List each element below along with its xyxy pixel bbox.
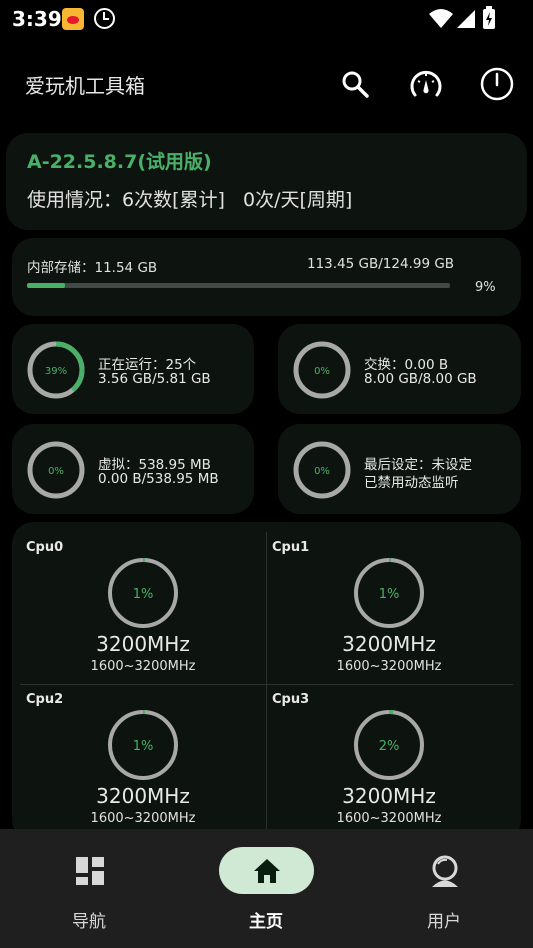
swap-ring-text: 0% xyxy=(314,366,330,377)
status-right-icons xyxy=(427,6,499,34)
weibo-icon xyxy=(62,8,84,30)
last-setting-card[interactable]: 0% 最后设定：未设定 已禁用动态监听 xyxy=(278,424,521,514)
dashboard-icon xyxy=(75,856,104,885)
gauge-button[interactable] xyxy=(404,62,448,106)
cpu-card[interactable]: Cpu0 1% 3200MHz 1600~3200MHz Cpu1 1% 320… xyxy=(12,522,521,842)
last-setting-ring-text: 0% xyxy=(314,466,330,477)
virtual-ring-text: 0% xyxy=(48,466,64,477)
cpu-usage-text: 1% xyxy=(379,587,400,602)
cpu-usage-ring: 2% xyxy=(354,710,424,780)
virtual-card[interactable]: 0% 虚拟：538.95 MB 0.00 B/538.95 MB xyxy=(12,424,254,514)
cpu-core-3: Cpu3 2% 3200MHz 1600~3200MHz xyxy=(258,674,504,826)
cpu-name: Cpu0 xyxy=(26,540,64,555)
nav-item-navigation[interactable]: 导航 xyxy=(0,829,178,948)
cpu-core-2: Cpu2 1% 3200MHz 1600~3200MHz xyxy=(12,674,258,826)
memory-ring-text: 39% xyxy=(45,366,67,377)
user-icon xyxy=(431,855,458,887)
cpu-usage-text: 1% xyxy=(133,587,154,602)
cpu-usage-text: 2% xyxy=(379,739,400,754)
memory-card[interactable]: 39% 正在运行：25个 3.56 GB/5.81 GB xyxy=(12,324,254,414)
memory-running-label: 正在运行：25个 xyxy=(98,357,197,373)
cpu-core-1: Cpu1 1% 3200MHz 1600~3200MHz xyxy=(258,522,504,674)
cpu-name: Cpu2 xyxy=(26,692,64,707)
memory-usage-value: 3.56 GB/5.81 GB xyxy=(98,371,211,387)
virtual-usage-value: 0.00 B/538.95 MB xyxy=(98,471,219,487)
nav-item-user[interactable]: 用户 xyxy=(355,829,533,948)
status-bar: 3:39 xyxy=(0,0,533,38)
search-button[interactable] xyxy=(333,62,377,106)
cpu-usage-ring: 1% xyxy=(108,558,178,628)
storage-card[interactable]: 内部存储：11.54 GB 113.45 GB/124.99 GB 9% xyxy=(12,238,521,316)
cpu-frequency: 3200MHz xyxy=(342,784,436,808)
cpu-frequency-range: 1600~3200MHz xyxy=(336,811,442,826)
app-bar: 爱玩机工具箱 xyxy=(0,40,533,126)
clock-icon xyxy=(94,8,115,29)
swap-usage-value: 8.00 GB/8.00 GB xyxy=(364,371,477,387)
nav-pill[interactable] xyxy=(397,847,492,894)
virtual-label: 虚拟：538.95 MB xyxy=(98,457,211,473)
last-setting-ring: 0% xyxy=(293,441,351,499)
cpu-frequency: 3200MHz xyxy=(96,632,190,656)
cpu-core-0: Cpu0 1% 3200MHz 1600~3200MHz xyxy=(12,522,258,674)
bottom-navigation: 导航 主页 用户 xyxy=(0,829,533,948)
search-icon xyxy=(342,71,369,98)
app-title: 爱玩机工具箱 xyxy=(25,74,145,98)
storage-percent: 9% xyxy=(475,280,496,295)
cpu-name: Cpu1 xyxy=(272,540,310,555)
power-button[interactable] xyxy=(475,62,519,106)
gauge-icon xyxy=(410,70,442,97)
version-label: A-22.5.8.7(试用版) xyxy=(27,151,212,173)
nav-pill-active[interactable] xyxy=(219,847,314,894)
swap-card[interactable]: 0% 交换：0.00 B 8.00 GB/8.00 GB xyxy=(278,324,521,414)
nav-item-home[interactable]: 主页 xyxy=(177,829,355,948)
power-icon xyxy=(480,67,514,101)
cpu-frequency: 3200MHz xyxy=(342,632,436,656)
wifi-icon xyxy=(429,9,453,28)
cpu-frequency-range: 1600~3200MHz xyxy=(90,659,196,674)
swap-ring: 0% xyxy=(293,341,351,399)
nav-label: 导航 xyxy=(72,912,106,932)
version-card[interactable]: A-22.5.8.7(试用版) 使用情况：6次数[累计] 0次/天[周期] xyxy=(6,133,527,230)
cpu-frequency: 3200MHz xyxy=(96,784,190,808)
storage-used-label: 内部存储：11.54 GB xyxy=(27,260,158,276)
swap-label: 交换：0.00 B xyxy=(364,357,449,373)
storage-progress-bar xyxy=(27,283,450,288)
cpu-usage-ring: 1% xyxy=(354,558,424,628)
signal-icon xyxy=(457,10,475,28)
storage-total-label: 113.45 GB/124.99 GB xyxy=(307,256,455,272)
cpu-name: Cpu3 xyxy=(272,692,310,707)
home-icon xyxy=(253,858,280,883)
usage-label: 使用情况：6次数[累计] 0次/天[周期] xyxy=(27,189,353,211)
memory-ring: 39% xyxy=(27,341,85,399)
cpu-usage-text: 1% xyxy=(133,739,154,754)
nav-pill[interactable] xyxy=(42,847,137,894)
cpu-usage-ring: 1% xyxy=(108,710,178,780)
dynamic-monitor-status: 已禁用动态监听 xyxy=(364,475,459,491)
status-time: 3:39 xyxy=(12,7,62,31)
cpu-frequency-range: 1600~3200MHz xyxy=(90,811,196,826)
battery-charging-icon xyxy=(483,6,495,29)
nav-label: 用户 xyxy=(427,912,461,932)
nav-label: 主页 xyxy=(249,912,283,932)
virtual-ring: 0% xyxy=(27,441,85,499)
last-setting-label: 最后设定：未设定 xyxy=(364,457,472,473)
storage-progress-fill xyxy=(27,283,66,288)
cpu-frequency-range: 1600~3200MHz xyxy=(336,659,442,674)
